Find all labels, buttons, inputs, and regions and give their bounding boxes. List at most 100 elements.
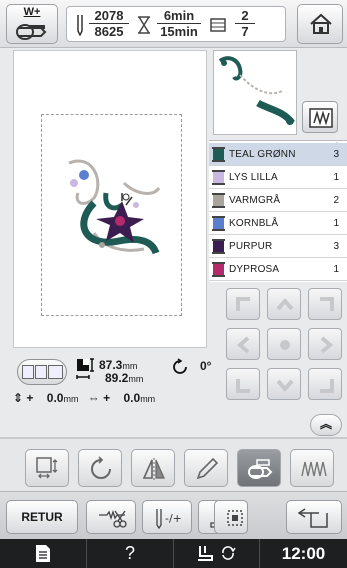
spool-icon — [212, 170, 225, 185]
fabric-move-button[interactable] — [286, 500, 342, 534]
rotate-icon — [173, 358, 187, 374]
thread-color-list[interactable]: min TEAL GRØNN 3 LYS LILLA 1 VARMGRÅ 2 K… — [209, 140, 347, 282]
color-row-2[interactable]: VARMGRÅ 2 — [209, 189, 347, 212]
stitch-density-button[interactable] — [290, 449, 334, 487]
color-row-5[interactable]: DYPROSA 1 — [209, 258, 347, 281]
color-swatch — [213, 149, 224, 160]
mirror-button[interactable] — [131, 449, 175, 487]
color-row-0[interactable]: TEAL GRØNN 3 — [209, 143, 347, 166]
stitch-count-total: 8625 — [94, 24, 124, 39]
move-top-right-button[interactable] — [308, 288, 342, 320]
pen-icon — [196, 457, 219, 480]
color-name: VARMGRÅ — [229, 195, 281, 206]
move-top-left-button[interactable] — [226, 288, 260, 320]
rotation-value: 0° — [200, 359, 212, 373]
color-swatch — [213, 218, 224, 229]
sewing-time-current: 6min — [157, 9, 201, 24]
color-row-3[interactable]: KORNBLÅ 1 — [209, 212, 347, 235]
spool-icon — [212, 216, 225, 231]
manual-button[interactable] — [0, 539, 87, 568]
spool-icon — [212, 239, 225, 254]
move-down-button[interactable] — [267, 368, 301, 400]
spool-icon — [212, 147, 225, 162]
hoop-size-button[interactable] — [17, 359, 67, 385]
x-unit: mm — [140, 394, 156, 404]
presser-foot-status[interactable] — [174, 539, 260, 568]
color-name: DYPROSA — [229, 264, 280, 275]
horizontal-arrows-icon: ⇔ — [87, 391, 100, 405]
color-time: 1 — [333, 264, 339, 275]
height-unit: mm — [128, 374, 144, 384]
width-unit: mm — [122, 361, 138, 371]
rotate-button[interactable] — [78, 449, 122, 487]
height-value: 89.2 — [105, 371, 129, 385]
center-button[interactable] — [267, 328, 301, 360]
retur-label: RETUR — [21, 510, 63, 524]
thumbnail-design — [218, 56, 295, 126]
trial-button[interactable] — [214, 500, 248, 534]
collapse-toolbar-button[interactable]: ︽ — [310, 414, 342, 436]
color-row-4[interactable]: PURPUR 3 — [209, 235, 347, 258]
hoop-medium-icon — [35, 365, 47, 379]
embroidery-design — [68, 159, 161, 255]
resize-button[interactable] — [25, 449, 69, 487]
corner-bottom-left-icon — [236, 379, 250, 393]
arrow-left-icon — [236, 336, 250, 354]
spool-icon — [212, 262, 225, 277]
color-name: PURPUR — [229, 241, 273, 252]
width-value: 87.3 — [99, 358, 123, 372]
vertical-arrows-icon: ⇕ — [13, 391, 24, 405]
hoop-large-icon — [48, 365, 63, 379]
scissors-icon — [99, 509, 127, 528]
thread-cut-button[interactable] — [86, 500, 136, 534]
hourglass-icon — [138, 16, 150, 34]
x-prefix: + — [103, 391, 111, 405]
edit-toolbar — [0, 439, 347, 491]
spool-icon — [212, 193, 225, 208]
color-swatch — [213, 195, 224, 206]
mirror-icon — [142, 458, 165, 480]
design-info: 87.3mm 89.2mm 0° ⇕ + 0.0mm ⇔ + 0.0mm — [13, 355, 223, 410]
rotate-arrows-icon — [222, 546, 236, 560]
color-time: 1 — [333, 218, 339, 229]
move-up-button[interactable] — [267, 288, 301, 320]
move-right-button[interactable] — [308, 328, 342, 360]
top-bar: W+ 2078 8625 6min 15min 2 7 — [0, 0, 347, 48]
embroidery-preview[interactable] — [13, 50, 207, 348]
wplus-button[interactable]: W+ — [6, 4, 58, 44]
status-bar: ? 12:00 — [0, 539, 347, 568]
resize-icon — [36, 457, 58, 479]
thread-weight-icon — [16, 24, 47, 40]
spool-icon — [210, 18, 226, 32]
corner-top-left-icon — [236, 297, 250, 311]
move-left-button[interactable] — [226, 328, 260, 360]
color-time: 3 — [333, 149, 339, 160]
size-icon — [76, 358, 94, 379]
design-thumbnail — [213, 50, 297, 135]
help-button[interactable]: ? — [87, 539, 174, 568]
color-time: 3 — [333, 241, 339, 252]
color-time: 1 — [333, 172, 339, 183]
color-swatch — [213, 264, 224, 275]
thread-weight-button[interactable] — [237, 449, 281, 487]
color-row-1[interactable]: LYS LILLA 1 — [209, 166, 347, 189]
move-pad — [226, 288, 344, 400]
color-time: 2 — [333, 195, 339, 206]
color-count: 2 7 — [235, 9, 255, 39]
design-height: 89.2mm — [105, 371, 143, 385]
color-swatch — [213, 172, 224, 183]
arrow-up-icon — [276, 297, 294, 311]
stitch-view-button[interactable] — [302, 101, 338, 133]
tension-button[interactable]: -/+ — [142, 500, 192, 534]
pen-button[interactable] — [184, 449, 228, 487]
stitch-count: 2078 8625 — [89, 9, 129, 39]
move-bottom-right-button[interactable] — [308, 368, 342, 400]
move-bottom-left-button[interactable] — [226, 368, 260, 400]
rotate-icon — [91, 456, 111, 479]
retur-button[interactable]: RETUR — [6, 500, 78, 534]
corner-bottom-right-icon — [320, 379, 334, 393]
document-icon — [36, 545, 50, 562]
color-count-total: 7 — [241, 24, 249, 39]
home-button[interactable] — [297, 4, 343, 44]
color-swatch — [213, 241, 224, 252]
